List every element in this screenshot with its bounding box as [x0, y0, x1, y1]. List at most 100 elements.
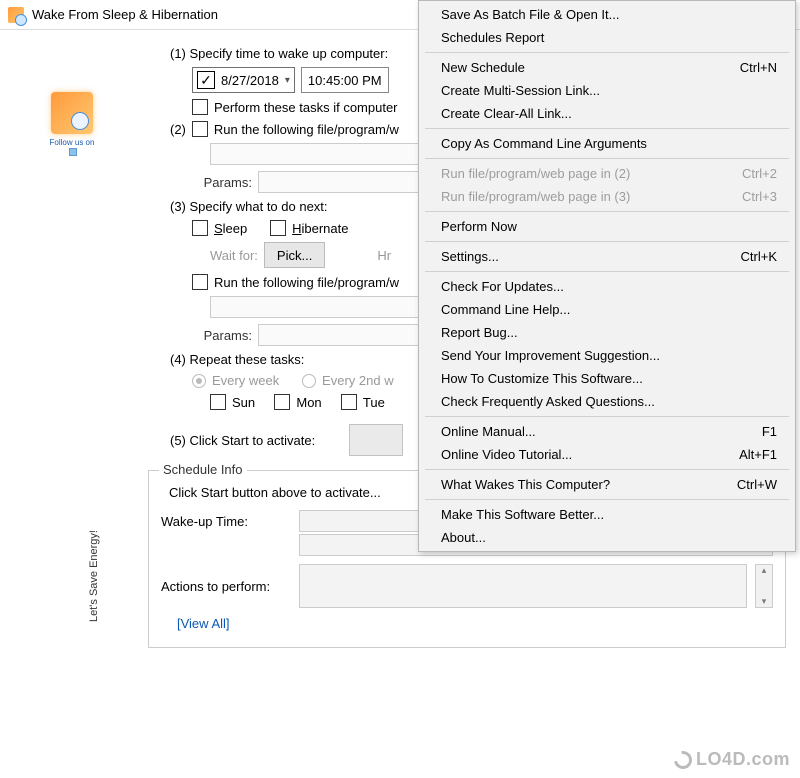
menu-item[interactable]: Make This Software Better...: [419, 503, 795, 526]
time-input[interactable]: 10:45:00 PM: [301, 67, 389, 93]
view-all-link[interactable]: [View All]: [177, 616, 230, 631]
run-file-3-label: Run the following file/program/w: [214, 275, 399, 290]
menu-item[interactable]: About...: [419, 526, 795, 549]
watermark: LO4D.com: [674, 749, 790, 770]
window-title: Wake From Sleep & Hibernation: [32, 7, 218, 22]
run-file-2-checkbox[interactable]: [192, 121, 208, 137]
actions-label: Actions to perform:: [161, 579, 291, 594]
time-value: 10:45:00 PM: [308, 73, 382, 88]
hibernate-label: Hibernate: [292, 221, 348, 236]
step1-label: (1) Specify time to wake up computer:: [170, 46, 388, 61]
step4-label: (4) Repeat these tasks:: [170, 352, 304, 367]
menu-item[interactable]: Create Multi-Session Link...: [419, 79, 795, 102]
day-mon-checkbox[interactable]: [274, 394, 290, 410]
every-week-label: Every week: [212, 373, 279, 388]
menu-item[interactable]: Online Video Tutorial...Alt+F1: [419, 443, 795, 466]
menu-item-label: Make This Software Better...: [441, 507, 604, 522]
menu-item-label: Run file/program/web page in (3): [441, 189, 630, 204]
watermark-text: LO4D.com: [696, 749, 790, 770]
app-icon: [8, 7, 24, 23]
sleep-label: Sleep: [214, 221, 247, 236]
actions-scrollbar[interactable]: ▴▾: [755, 564, 773, 608]
menu-separator: [425, 52, 789, 53]
schedule-legend: Schedule Info: [159, 462, 247, 477]
menu-separator: [425, 241, 789, 242]
date-picker[interactable]: ✓ 8/27/2018 ▾: [192, 67, 295, 93]
menu-item-shortcut: Ctrl+N: [740, 60, 777, 75]
menu-item[interactable]: Save As Batch File & Open It...: [419, 3, 795, 26]
menu-item-label: About...: [441, 530, 486, 545]
menu-item[interactable]: Check Frequently Asked Questions...: [419, 390, 795, 413]
menu-item-label: What Wakes This Computer?: [441, 477, 610, 492]
menu-item[interactable]: Send Your Improvement Suggestion...: [419, 344, 795, 367]
menu-separator: [425, 416, 789, 417]
step2-prefix: (2): [170, 122, 186, 137]
logo-icon: [51, 92, 93, 134]
pick-button[interactable]: Pick...: [264, 242, 325, 268]
date-check-icon: ✓: [197, 71, 215, 89]
menu-separator: [425, 499, 789, 500]
menu-item-label: Create Clear-All Link...: [441, 106, 572, 121]
menu-item[interactable]: Create Clear-All Link...: [419, 102, 795, 125]
menu-item-shortcut: Alt+F1: [739, 447, 777, 462]
menu-item[interactable]: Perform Now: [419, 215, 795, 238]
menu-separator: [425, 158, 789, 159]
day-sun-label: Sun: [232, 395, 255, 410]
wakeup-time-label: Wake-up Time:: [161, 514, 291, 529]
sleep-checkbox[interactable]: [192, 220, 208, 236]
menu-item[interactable]: Report Bug...: [419, 321, 795, 344]
menu-item[interactable]: Schedules Report: [419, 26, 795, 49]
menu-item[interactable]: Check For Updates...: [419, 275, 795, 298]
menu-item[interactable]: Copy As Command Line Arguments: [419, 132, 795, 155]
menu-item-label: Check For Updates...: [441, 279, 564, 294]
perform-if-checkbox[interactable]: [192, 99, 208, 115]
hr-label: Hr: [377, 248, 391, 263]
menu-item-label: Run file/program/web page in (2): [441, 166, 630, 181]
menu-item-shortcut: Ctrl+3: [742, 189, 777, 204]
every-2nd-label: Every 2nd w: [322, 373, 394, 388]
menu-item-label: Settings...: [441, 249, 499, 264]
menu-item-label: Create Multi-Session Link...: [441, 83, 600, 98]
menu-separator: [425, 211, 789, 212]
menu-item-shortcut: F1: [762, 424, 777, 439]
menu-item[interactable]: Command Line Help...: [419, 298, 795, 321]
menu-item[interactable]: How To Customize This Software...: [419, 367, 795, 390]
every-week-radio[interactable]: [192, 374, 206, 388]
hibernate-checkbox[interactable]: [270, 220, 286, 236]
watermark-icon: [670, 747, 695, 772]
run-file-3-checkbox[interactable]: [192, 274, 208, 290]
menu-separator: [425, 128, 789, 129]
wait-for-label: Wait for:: [210, 248, 258, 263]
menu-item-label: Copy As Command Line Arguments: [441, 136, 647, 151]
date-value: 8/27/2018: [221, 73, 279, 88]
menu-item-label: Report Bug...: [441, 325, 518, 340]
every-2nd-radio[interactable]: [302, 374, 316, 388]
app-logo[interactable]: Follow us on: [48, 92, 96, 156]
day-tue-checkbox[interactable]: [341, 394, 357, 410]
menu-item[interactable]: Online Manual... F1: [419, 420, 795, 443]
menu-item-shortcut: Ctrl+K: [741, 249, 777, 264]
step5-label: (5) Click Start to activate:: [170, 433, 315, 448]
menu-item-label: How To Customize This Software...: [441, 371, 643, 386]
perform-if-label: Perform these tasks if computer: [214, 100, 398, 115]
menu-item-shortcut: Ctrl+2: [742, 166, 777, 181]
step2-label: Run the following file/program/w: [214, 122, 399, 137]
day-sun-checkbox[interactable]: [210, 394, 226, 410]
menu-item[interactable]: Settings... Ctrl+K: [419, 245, 795, 268]
context-menu: Save As Batch File & Open It... Schedules…: [418, 0, 796, 552]
day-mon-label: Mon: [296, 395, 321, 410]
chevron-down-icon: ▾: [285, 75, 290, 86]
menu-separator: [425, 469, 789, 470]
menu-item: Run file/program/web page in (2) Ctrl+2: [419, 162, 795, 185]
menu-item-label: Send Your Improvement Suggestion...: [441, 348, 660, 363]
energy-slogan: Let's Save Energy!: [88, 530, 100, 622]
menu-item[interactable]: What Wakes This Computer?Ctrl+W: [419, 473, 795, 496]
menu-item-label: New Schedule: [441, 60, 525, 75]
menu-item-label: Save As Batch File & Open It...: [441, 7, 619, 22]
actions-field: [299, 564, 747, 608]
menu-item-label: Check Frequently Asked Questions...: [441, 394, 655, 409]
menu-item-label: Online Manual...: [441, 424, 536, 439]
start-button[interactable]: [349, 424, 403, 456]
step3-label: (3) Specify what to do next:: [170, 199, 328, 214]
menu-item[interactable]: New Schedule Ctrl+N: [419, 56, 795, 79]
